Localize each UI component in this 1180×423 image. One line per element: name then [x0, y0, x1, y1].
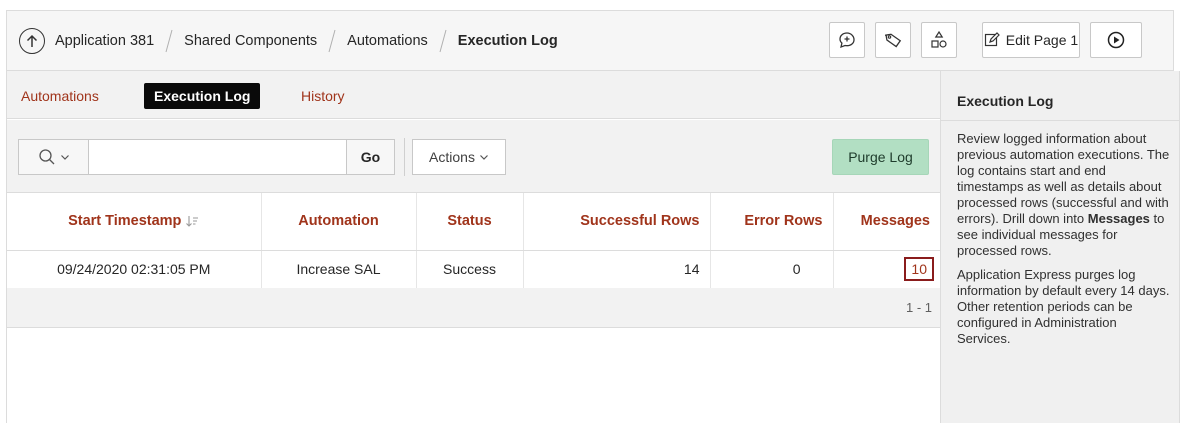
cell-automation: Increase SAL: [261, 250, 417, 289]
main-region: Automations Execution Log History Go Act…: [6, 71, 941, 423]
column-header-successful-rows[interactable]: Successful Rows: [523, 193, 711, 251]
tag-button[interactable]: [875, 22, 911, 58]
column-header-status[interactable]: Status: [416, 193, 524, 251]
sort-descending-icon: [186, 216, 199, 228]
column-header-label: Start Timestamp: [68, 213, 182, 230]
search-column-select[interactable]: [19, 140, 89, 174]
table-header-row: Start Timestamp Automation Status Succes…: [7, 193, 940, 251]
breadcrumb-automations[interactable]: Automations: [347, 33, 428, 49]
comment-plus-icon: [839, 32, 855, 49]
chevron-down-icon: [480, 155, 488, 160]
pagination-bar: 1 - 1: [7, 288, 940, 328]
messages-link[interactable]: 10: [904, 257, 934, 281]
column-header-automation[interactable]: Automation: [261, 193, 417, 251]
tab-automations[interactable]: Automations: [11, 83, 109, 109]
breadcrumb-separator: [328, 29, 336, 52]
actions-label: Actions: [429, 149, 475, 165]
column-header-messages[interactable]: Messages: [833, 193, 940, 251]
arrow-up-icon[interactable]: [19, 27, 45, 54]
play-icon: [1107, 31, 1125, 49]
report-toolbar: Go Actions Purge Log: [7, 120, 940, 193]
search-icon: [38, 149, 54, 165]
search-bar: Go: [18, 139, 395, 175]
breadcrumb: Application 381 Shared Components Automa…: [19, 11, 558, 70]
breadcrumb-separator: [439, 29, 447, 52]
tab-execution-log[interactable]: Execution Log: [144, 83, 261, 109]
edit-icon: [984, 32, 1000, 47]
cell-start-timestamp: 09/24/2020 02:31:05 PM: [7, 250, 262, 289]
help-paragraph: Review logged information about previous…: [957, 131, 1173, 259]
breadcrumb-shared-components[interactable]: Shared Components: [184, 33, 317, 49]
cell-error-rows: 0: [710, 250, 834, 289]
help-text-bold: Messages: [1087, 211, 1150, 226]
shared-components-button[interactable]: [921, 22, 957, 58]
column-header-error-rows[interactable]: Error Rows: [710, 193, 834, 251]
edit-page-button[interactable]: Edit Page 1: [982, 22, 1080, 58]
actions-menu-button[interactable]: Actions: [412, 139, 506, 175]
cell-messages: 10: [833, 250, 940, 289]
purge-log-button[interactable]: Purge Log: [832, 139, 929, 175]
breadcrumb-separator: [165, 29, 173, 52]
help-divider: [941, 120, 1180, 121]
tab-history[interactable]: History: [291, 83, 355, 109]
help-body: Review logged information about previous…: [957, 131, 1173, 355]
add-comment-button[interactable]: [829, 22, 865, 58]
run-page-button[interactable]: [1090, 22, 1142, 58]
toolbar-divider: [404, 138, 405, 176]
cell-status: Success: [416, 250, 524, 289]
pagination-label: 1 - 1: [905, 300, 932, 315]
edit-page-label: Edit Page 1: [1005, 32, 1079, 48]
shapes-icon: [931, 30, 947, 48]
go-button[interactable]: Go: [346, 140, 394, 174]
tag-icon: [884, 33, 902, 48]
help-title: Execution Log: [957, 93, 1054, 109]
top-toolbar: Application 381 Shared Components Automa…: [6, 10, 1174, 71]
search-input[interactable]: [89, 140, 346, 174]
table-row: 09/24/2020 02:31:05 PM Increase SAL Succ…: [7, 250, 940, 289]
help-paragraph: Application Express purges log informati…: [957, 267, 1170, 346]
chevron-down-icon: [60, 155, 69, 160]
breadcrumb-execution-log: Execution Log: [457, 32, 558, 49]
execution-log-table: Start Timestamp Automation Status Succes…: [7, 193, 940, 289]
cell-successful-rows: 14: [523, 250, 711, 289]
column-header-start-timestamp[interactable]: Start Timestamp: [7, 193, 262, 251]
breadcrumb-application[interactable]: Application 381: [55, 33, 154, 49]
help-panel: Execution Log Review logged information …: [941, 71, 1180, 423]
tab-bar: Automations Execution Log History: [7, 71, 940, 119]
